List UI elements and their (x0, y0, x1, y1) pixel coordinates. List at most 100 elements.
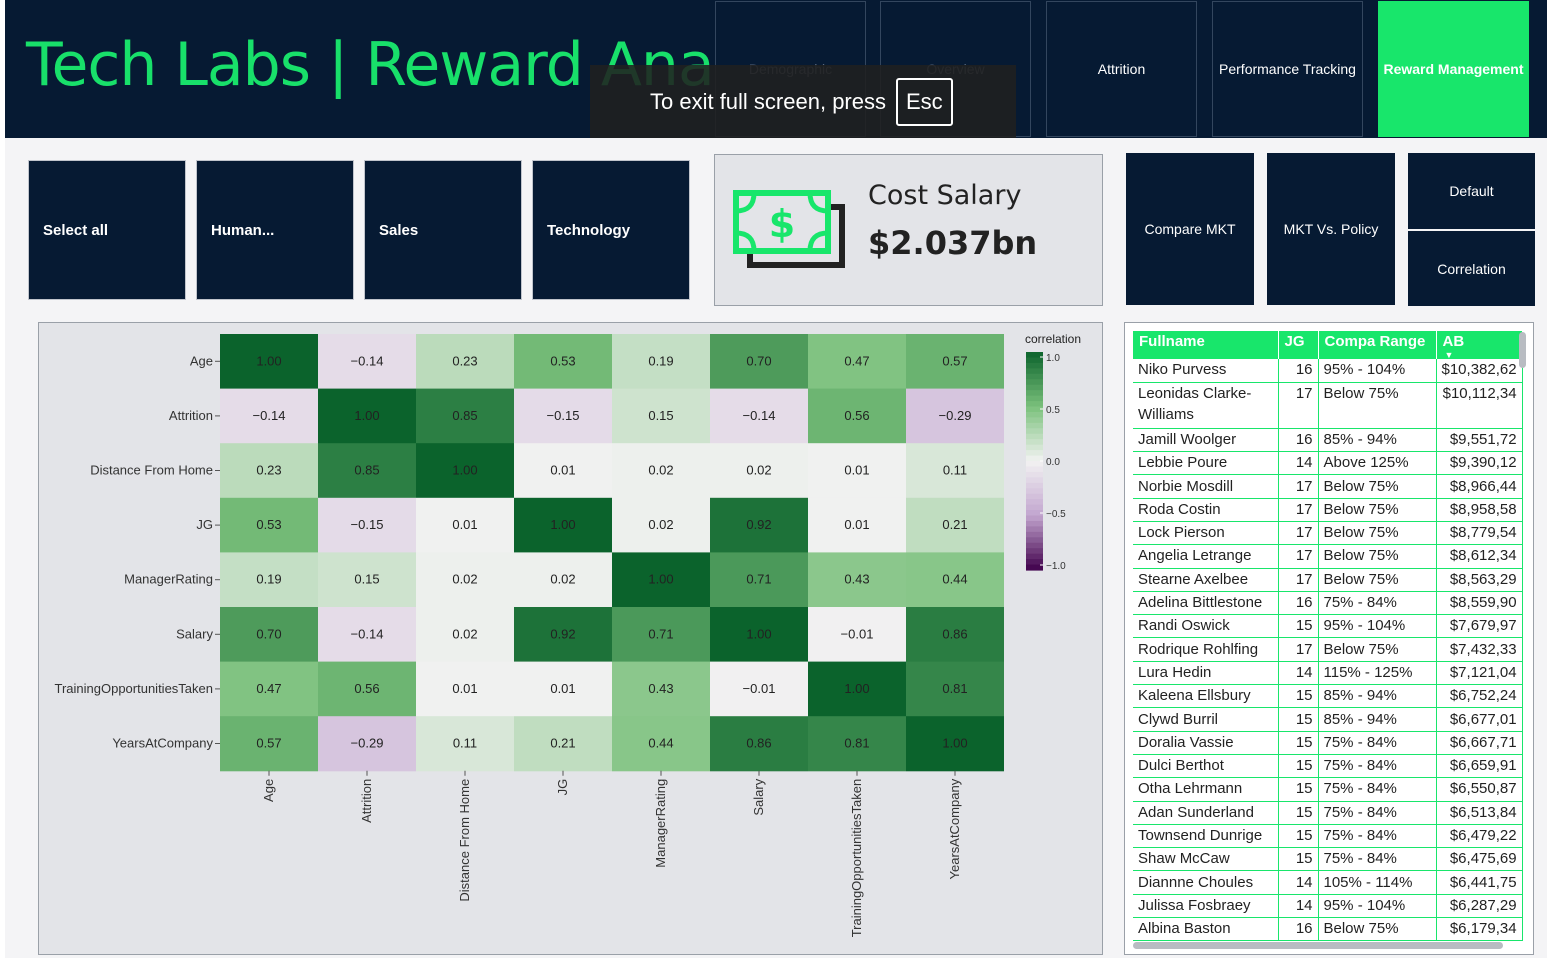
compare-mkt-button[interactable]: Compare MKT (1126, 153, 1254, 305)
table-row[interactable]: Albina Baston 16 Below 75% $6,179,34 (1133, 917, 1523, 942)
nav-attrition[interactable]: Attrition (1046, 1, 1197, 137)
cell-compa-range: 85% - 94% (1318, 684, 1437, 709)
default-button[interactable]: Default (1408, 153, 1535, 229)
y-tick-label: Salary (176, 626, 213, 641)
colorbar-segment (1026, 428, 1043, 435)
cell-fullname: Lock Pierson (1133, 521, 1279, 546)
cell-jg: 16 (1278, 917, 1319, 942)
table-row[interactable]: Lebbie Poure 14 Above 125% $9,390,12 (1133, 451, 1523, 476)
heatmap-cell-value: 0.01 (844, 463, 869, 478)
heatmap-cell-value: −0.14 (351, 353, 384, 368)
table-row[interactable]: Adan Sunderland 15 75% - 84% $6,513,84 (1133, 801, 1523, 825)
table-row[interactable]: Otha Lehrmann 15 75% - 84% $6,550,87 (1133, 777, 1523, 802)
heatmap-cell-value: 0.11 (453, 736, 477, 751)
table-row[interactable]: Jamill Woolger 16 85% - 94% $9,551,72 (1133, 428, 1523, 453)
y-tick-label: Attrition (169, 408, 213, 423)
cell-compa-range: 75% - 84% (1318, 754, 1437, 779)
table-row[interactable]: Shaw McCaw 15 75% - 84% $6,475,69 (1133, 847, 1523, 872)
salary-table-panel: Fullname JG Compa Range AB ▼ Niko Purvess… (1124, 322, 1534, 955)
table-row[interactable]: Roda Costin 17 Below 75% $8,958,58 (1133, 498, 1523, 522)
colorbar-tick-label: −0.5 (1046, 509, 1066, 520)
cell-jg: 17 (1278, 382, 1319, 429)
table-row[interactable]: Doralia Vassie 15 75% - 84% $6,667,71 (1133, 731, 1523, 755)
colorbar-segment (1026, 471, 1043, 478)
mkt-vs-policy-button[interactable]: MKT Vs. Policy (1267, 153, 1395, 305)
heatmap-cell-value: −0.01 (743, 681, 776, 696)
table-row[interactable]: Clywd Burril 15 85% - 94% $6,677,01 (1133, 707, 1523, 732)
column-header-jg[interactable]: JG (1278, 331, 1319, 359)
table-row[interactable]: Julissa Fosbraey 14 95% - 104% $6,287,29 (1133, 894, 1523, 919)
table-row[interactable]: Kaleena Ellsbury 15 85% - 94% $6,752,24 (1133, 684, 1523, 709)
cell-ab: $9,551,72 (1436, 428, 1523, 453)
cell-compa-range: 95% - 104% (1318, 614, 1437, 639)
nav-performance-tracking[interactable]: Performance Tracking (1212, 1, 1363, 137)
cell-fullname: Dulci Berthot (1133, 754, 1279, 779)
heatmap-cell-value: −0.14 (253, 408, 286, 423)
heatmap-cell-value: 0.86 (942, 626, 967, 641)
colorbar-segment (1026, 362, 1043, 369)
column-header-ab[interactable]: AB ▼ (1436, 331, 1523, 360)
heatmap-cell-value: 0.70 (746, 353, 771, 368)
cell-ab: $6,179,34 (1436, 917, 1523, 942)
colorbar-segment (1026, 477, 1043, 484)
correlation-button[interactable]: Correlation (1408, 231, 1535, 306)
colorbar-segment (1026, 368, 1043, 375)
table-row[interactable]: Niko Purvess 16 95% - 104% $10,382,62 (1133, 359, 1523, 383)
table-horizontal-scrollbar[interactable] (1133, 942, 1503, 949)
table-row[interactable]: Rodrique Rohlfing 17 Below 75% $7,432,33 (1133, 637, 1523, 662)
table-row[interactable]: Norbie Mosdill 17 Below 75% $8,966,44 (1133, 474, 1523, 499)
column-header-fullname[interactable]: Fullname (1133, 331, 1279, 359)
filter-sales[interactable]: Sales (364, 160, 522, 300)
heatmap-cell-value: 0.01 (550, 681, 575, 696)
cell-ab: $6,513,84 (1436, 801, 1523, 825)
heatmap-cell-value: 1.00 (452, 463, 477, 478)
heatmap-cell-value: 0.19 (648, 353, 673, 368)
colorbar-segment (1026, 444, 1043, 451)
table-row[interactable]: Diannne Choules 14 105% - 114% $6,441,75 (1133, 870, 1523, 895)
filter-human-resources[interactable]: Human... (196, 160, 354, 300)
table-row[interactable]: Stearne Axelbee 17 Below 75% $8,563,29 (1133, 568, 1523, 592)
table-row[interactable]: Leonidas Clarke-Williams 17 Below 75% $10,1… (1133, 382, 1523, 429)
colorbar-segment (1026, 537, 1043, 544)
table-row[interactable]: Angelia Letrange 17 Below 75% $8,612,34 (1133, 544, 1523, 569)
heatmap-cell-value: 0.23 (452, 353, 477, 368)
heatmap-cell-value: −0.01 (841, 626, 874, 641)
toast-text: To exit full screen, press (650, 89, 886, 114)
colorbar-segment (1026, 433, 1043, 440)
table-vertical-scrollbar[interactable] (1519, 332, 1526, 368)
colorbar-segment (1026, 553, 1043, 560)
filter-select-all[interactable]: Select all (28, 160, 186, 300)
table-row[interactable]: Lura Hedin 14 115% - 125% $7,121,04 (1133, 661, 1523, 686)
heatmap-cell-value: 0.15 (354, 572, 379, 587)
cell-compa-range: 75% - 84% (1318, 731, 1437, 755)
sort-descending-icon: ▼ (1444, 350, 1454, 360)
heatmap-cell-value: 0.47 (256, 681, 281, 696)
heatmap-cell-value: 0.21 (550, 736, 575, 751)
cell-ab: $8,612,34 (1436, 544, 1523, 569)
table-row[interactable]: Randi Oswick 15 95% - 104% $7,679,97 (1133, 614, 1523, 639)
heatmap-cell-value: −0.15 (351, 517, 384, 532)
colorbar-segment (1026, 422, 1043, 429)
cell-compa-range: 85% - 94% (1318, 707, 1437, 732)
cell-compa-range: Below 75% (1318, 568, 1437, 592)
nav-reward-management[interactable]: Reward Management (1378, 1, 1529, 137)
table-row[interactable]: Lock Pierson 17 Below 75% $8,779,54 (1133, 521, 1523, 546)
column-header-compa-range[interactable]: Compa Range (1318, 331, 1437, 359)
table-row[interactable]: Townsend Dunrige 15 75% - 84% $6,479,22 (1133, 824, 1523, 849)
y-tick-label: Distance From Home (90, 463, 213, 478)
filter-technology[interactable]: Technology (532, 160, 690, 300)
heatmap-cell-value: 0.71 (648, 626, 673, 641)
heatmap-cell-value: 0.02 (648, 463, 673, 478)
cell-jg: 15 (1278, 707, 1319, 732)
cell-compa-range: Above 125% (1318, 451, 1437, 476)
heatmap-cell-value: 0.19 (256, 572, 281, 587)
cell-jg: 14 (1278, 661, 1319, 686)
heatmap-cell-value: −0.14 (743, 408, 776, 423)
x-tick-label: Salary (751, 778, 766, 815)
table-row[interactable]: Adelina Bittlestone 16 75% - 84% $8,559,90 (1133, 591, 1523, 616)
cell-fullname: Otha Lehrmann (1133, 777, 1279, 802)
x-tick-label: YearsAtCompany (947, 778, 962, 879)
cell-jg: 14 (1278, 451, 1319, 476)
table-row[interactable]: Dulci Berthot 15 75% - 84% $6,659,91 (1133, 754, 1523, 779)
cell-fullname: Jamill Woolger (1133, 428, 1279, 453)
